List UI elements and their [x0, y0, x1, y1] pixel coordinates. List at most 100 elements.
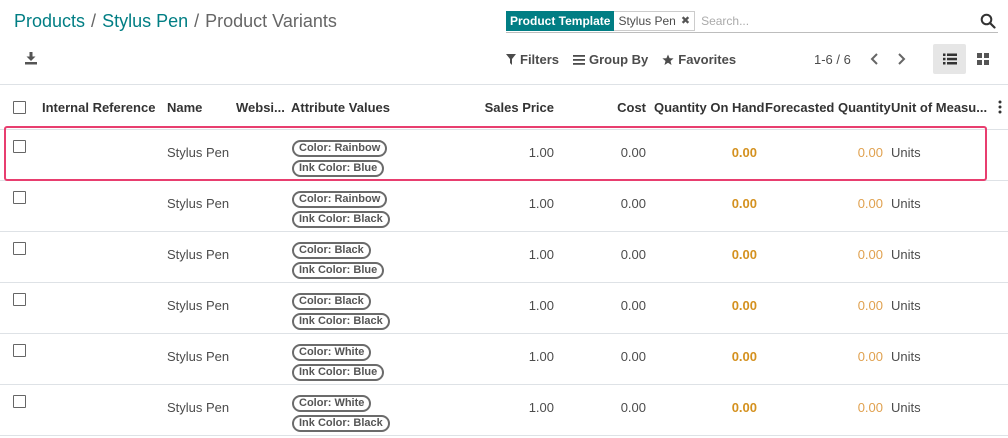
search-input[interactable]	[695, 13, 980, 28]
table-row[interactable]: Stylus Pen Color: Black Ink Color: Black…	[0, 283, 1008, 334]
cell-unit-of-measure: Units	[891, 196, 921, 211]
cell-sales-price: 1.00	[528, 196, 554, 211]
cell-forecasted-quantity: 0.00	[857, 196, 883, 211]
attribute-tag: Color: Black	[292, 293, 371, 310]
cell-sales-price: 1.00	[528, 247, 554, 262]
table-row[interactable]: Stylus Pen Color: Rainbow Ink Color: Blu…	[0, 130, 1008, 181]
cell-name: Stylus Pen	[167, 400, 230, 415]
row-checkbox[interactable]	[13, 242, 26, 255]
cell-unit-of-measure: Units	[891, 298, 921, 313]
breadcrumb-products-link[interactable]: Products	[14, 11, 85, 31]
attribute-tags: Color: Rainbow Ink Color: Black	[292, 191, 390, 228]
attribute-tag: Ink Color: Blue	[292, 364, 385, 381]
page-title: Product Variants	[205, 11, 337, 31]
cell-cost: 0.00	[620, 247, 646, 262]
cell-forecasted-quantity: 0.00	[857, 247, 883, 262]
cell-forecasted-quantity: 0.00	[857, 349, 883, 364]
breadcrumb-stylus-pen-link[interactable]: Stylus Pen	[102, 11, 188, 31]
select-all-checkbox[interactable]	[13, 101, 26, 114]
attribute-tag: Ink Color: Black	[292, 313, 390, 330]
cell-sales-price: 1.00	[528, 349, 554, 364]
breadcrumb-separator: /	[194, 11, 200, 31]
list-icon	[573, 54, 586, 65]
search-icon[interactable]	[980, 13, 996, 29]
search-facet: Stylus Pen ✖	[614, 10, 696, 31]
cell-unit-of-measure: Units	[891, 400, 921, 415]
attribute-tag: Color: Rainbow	[292, 191, 388, 208]
cell-quantity-on-hand: 0.00	[731, 349, 757, 364]
column-name[interactable]: Name	[167, 100, 202, 115]
cell-unit-of-measure: Units	[891, 145, 921, 160]
cell-cost: 0.00	[620, 298, 646, 313]
column-forecasted-quantity[interactable]: Forecasted Quantity	[765, 100, 891, 115]
attribute-tags: Color: Black Ink Color: Blue	[292, 242, 385, 279]
cell-forecasted-quantity: 0.00	[857, 145, 883, 160]
cell-quantity-on-hand: 0.00	[731, 196, 757, 211]
column-quantity-on-hand[interactable]: Quantity On Hand	[654, 100, 765, 115]
attribute-tags: Color: Rainbow Ink Color: Blue	[292, 140, 388, 177]
pager-value[interactable]: 1-6 / 6	[814, 52, 851, 67]
group-by-button[interactable]: Group By	[573, 52, 648, 67]
cell-quantity-on-hand: 0.00	[731, 298, 757, 313]
attribute-tag: Color: White	[292, 395, 372, 412]
group-by-label: Group By	[589, 52, 649, 67]
cell-quantity-on-hand: 0.00	[731, 400, 757, 415]
table-row[interactable]: Stylus Pen Color: White Ink Color: Black…	[0, 385, 1008, 436]
column-attribute-values[interactable]: Attribute Values	[291, 100, 390, 115]
search-bar: Product Template Stylus Pen ✖	[506, 9, 998, 33]
cell-forecasted-quantity: 0.00	[857, 400, 883, 415]
attribute-tags: Color: White Ink Color: Black	[292, 395, 390, 432]
list-view-icon	[942, 53, 957, 65]
cell-name: Stylus Pen	[167, 298, 230, 313]
row-checkbox[interactable]	[13, 191, 26, 204]
breadcrumb-separator: /	[91, 11, 97, 31]
attribute-tag: Color: White	[292, 344, 372, 361]
cell-cost: 0.00	[620, 349, 646, 364]
row-checkbox[interactable]	[13, 344, 26, 357]
chevron-left-icon[interactable]	[869, 52, 881, 66]
column-website[interactable]: Websi...	[236, 100, 285, 115]
column-unit-of-measure[interactable]: Unit of Measu...	[891, 100, 987, 115]
table-body: Stylus Pen Color: Rainbow Ink Color: Blu…	[0, 130, 1008, 436]
column-cost[interactable]: Cost	[617, 100, 646, 115]
cell-sales-price: 1.00	[528, 400, 554, 415]
kanban-view-button[interactable]	[966, 44, 999, 74]
download-icon[interactable]	[24, 51, 38, 65]
facet-close-icon[interactable]: ✖	[681, 14, 690, 28]
table-row[interactable]: Stylus Pen Color: White Ink Color: Blue …	[0, 334, 1008, 385]
row-checkbox[interactable]	[13, 293, 26, 306]
filter-icon	[506, 54, 516, 65]
attribute-tag: Ink Color: Blue	[292, 262, 385, 279]
chevron-right-icon[interactable]	[895, 52, 907, 66]
cell-quantity-on-hand: 0.00	[731, 247, 757, 262]
filters-button[interactable]: Filters	[506, 52, 559, 67]
search-panel-buttons: Filters Group By Favorites	[506, 52, 736, 67]
cell-forecasted-quantity: 0.00	[857, 298, 883, 313]
list-view-button[interactable]	[933, 44, 966, 74]
cell-unit-of-measure: Units	[891, 247, 921, 262]
search-facet-value: Stylus Pen	[618, 13, 676, 28]
attribute-tag: Color: Black	[292, 242, 371, 259]
attribute-tags: Color: Black Ink Color: Black	[292, 293, 390, 330]
cell-cost: 0.00	[620, 196, 646, 211]
table-row[interactable]: Stylus Pen Color: Black Ink Color: Blue …	[0, 232, 1008, 283]
column-options-icon[interactable]	[998, 100, 1002, 114]
favorites-button[interactable]: Favorites	[662, 52, 736, 67]
kanban-view-icon	[976, 53, 989, 65]
column-sales-price[interactable]: Sales Price	[485, 100, 554, 115]
cell-unit-of-measure: Units	[891, 349, 921, 364]
row-checkbox[interactable]	[13, 395, 26, 408]
breadcrumb: Products / Stylus Pen / Product Variants	[14, 11, 337, 32]
cell-quantity-on-hand: 0.00	[731, 145, 757, 160]
row-checkbox[interactable]	[13, 140, 26, 153]
variants-table: Internal Reference Name Websi... Attribu…	[0, 84, 1008, 436]
attribute-tag: Ink Color: Black	[292, 211, 390, 228]
attribute-tag: Color: Rainbow	[292, 140, 388, 157]
column-internal-reference[interactable]: Internal Reference	[42, 100, 155, 115]
favorites-label: Favorites	[678, 52, 737, 67]
attribute-tags: Color: White Ink Color: Blue	[292, 344, 385, 381]
cell-cost: 0.00	[620, 145, 646, 160]
cell-name: Stylus Pen	[167, 145, 230, 160]
table-row[interactable]: Stylus Pen Color: Rainbow Ink Color: Bla…	[0, 181, 1008, 232]
star-icon	[662, 54, 674, 65]
